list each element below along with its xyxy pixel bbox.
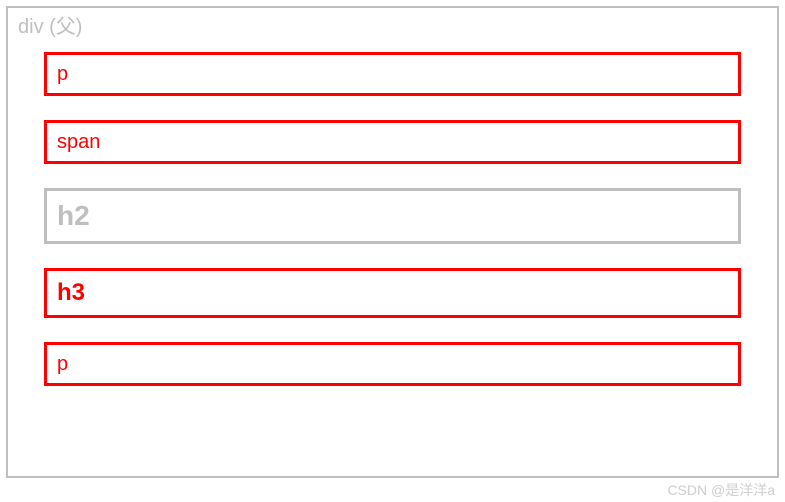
child-label: h3 bbox=[57, 279, 85, 307]
parent-div-box: div (父) p span h2 h3 p bbox=[6, 6, 779, 478]
child-box-span: span bbox=[44, 120, 741, 164]
child-label: p bbox=[57, 353, 68, 376]
child-box-h3: h3 bbox=[44, 268, 741, 318]
child-box-p-2: p bbox=[44, 342, 741, 386]
child-label: p bbox=[57, 63, 68, 86]
child-box-h2: h2 bbox=[44, 188, 741, 244]
child-label: h2 bbox=[57, 200, 90, 232]
child-box-p-1: p bbox=[44, 52, 741, 96]
parent-label: div (父) bbox=[18, 10, 82, 39]
children-wrapper: p span h2 h3 p bbox=[44, 52, 741, 386]
child-label: span bbox=[57, 131, 100, 154]
watermark: CSDN @是洋洋a bbox=[667, 480, 775, 500]
